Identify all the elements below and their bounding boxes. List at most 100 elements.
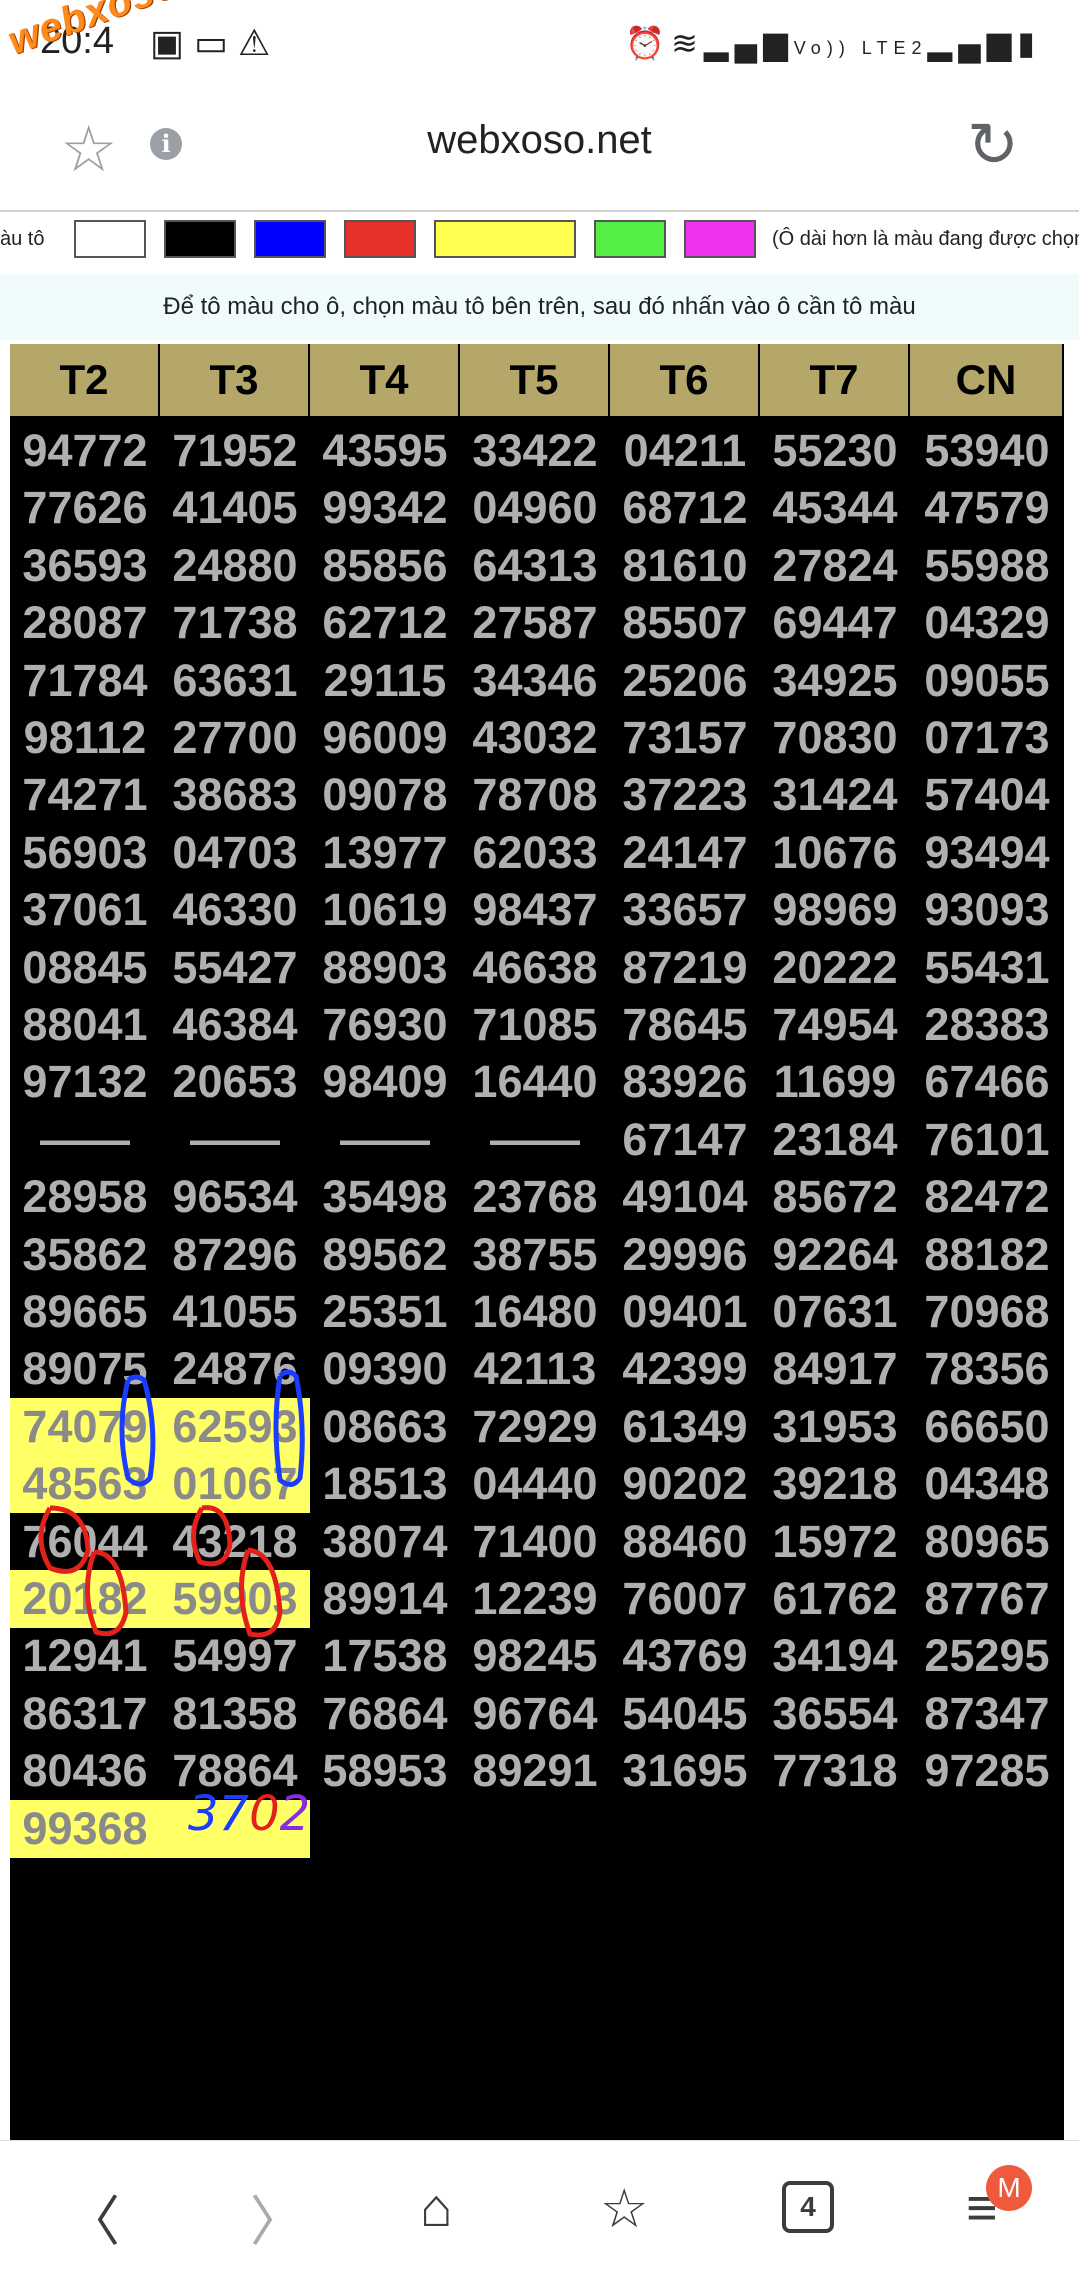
number-cell[interactable]: 93093 bbox=[910, 881, 1064, 939]
url-text[interactable]: webxoso.net bbox=[0, 118, 1079, 163]
number-cell[interactable]: 55230 bbox=[760, 422, 910, 480]
swatch-magenta[interactable] bbox=[684, 220, 756, 258]
number-cell[interactable]: 36554 bbox=[760, 1685, 910, 1743]
number-cell[interactable]: 78645 bbox=[610, 996, 760, 1054]
number-cell[interactable]: 33657 bbox=[610, 881, 760, 939]
number-cell[interactable]: 09390 bbox=[310, 1340, 460, 1398]
number-cell[interactable]: 04329 bbox=[910, 594, 1064, 652]
number-cell[interactable]: 15972 bbox=[760, 1513, 910, 1571]
number-cell[interactable]: 38074 bbox=[310, 1513, 460, 1571]
number-cell[interactable]: 20222 bbox=[760, 939, 910, 997]
number-cell[interactable]: 74079 bbox=[10, 1397, 160, 1456]
number-cell[interactable]: 04348 bbox=[910, 1455, 1064, 1513]
forward-icon[interactable]: 〉 bbox=[250, 2177, 304, 2256]
number-cell[interactable]: 71784 bbox=[10, 652, 160, 710]
number-cell[interactable]: 38683 bbox=[160, 766, 310, 824]
number-cell[interactable]: 31695 bbox=[610, 1742, 760, 1800]
number-cell[interactable]: 97132 bbox=[10, 1053, 160, 1111]
swatch-blue[interactable] bbox=[254, 220, 326, 258]
swatch-green[interactable] bbox=[594, 220, 666, 258]
number-cell[interactable]: —— bbox=[10, 1111, 160, 1169]
number-cell[interactable]: 34194 bbox=[760, 1627, 910, 1685]
number-cell[interactable]: 98969 bbox=[760, 881, 910, 939]
number-cell[interactable]: 07631 bbox=[760, 1283, 910, 1341]
number-cell[interactable]: 73157 bbox=[610, 709, 760, 767]
number-cell[interactable]: 47579 bbox=[910, 479, 1064, 537]
number-cell[interactable]: 92264 bbox=[760, 1226, 910, 1284]
number-cell[interactable]: 43032 bbox=[460, 709, 610, 767]
number-cell[interactable]: 43595 bbox=[310, 422, 460, 480]
number-cell[interactable]: 39218 bbox=[760, 1455, 910, 1513]
swatch-black[interactable] bbox=[164, 220, 236, 258]
number-cell[interactable]: 12239 bbox=[460, 1570, 610, 1628]
back-icon[interactable]: 〈 bbox=[66, 2177, 120, 2256]
number-cell[interactable]: 16440 bbox=[460, 1053, 610, 1111]
number-cell[interactable]: 09055 bbox=[910, 652, 1064, 710]
number-cell[interactable]: 46638 bbox=[460, 939, 610, 997]
number-cell[interactable]: 87767 bbox=[910, 1570, 1064, 1628]
tabs-button[interactable]: 4 bbox=[782, 2181, 834, 2233]
number-cell[interactable]: 63631 bbox=[160, 652, 310, 710]
number-cell[interactable]: 31424 bbox=[760, 766, 910, 824]
number-cell[interactable]: 74271 bbox=[10, 766, 160, 824]
number-cell[interactable]: 76101 bbox=[910, 1111, 1064, 1169]
number-cell[interactable]: 35498 bbox=[310, 1168, 460, 1226]
number-cell[interactable]: 64313 bbox=[460, 537, 610, 595]
number-cell[interactable]: 23768 bbox=[460, 1168, 610, 1226]
number-cell[interactable]: 67147 bbox=[610, 1111, 760, 1169]
number-cell[interactable]: 71085 bbox=[460, 996, 610, 1054]
number-cell[interactable]: 55988 bbox=[910, 537, 1064, 595]
number-cell[interactable]: 76007 bbox=[610, 1570, 760, 1628]
number-cell[interactable]: 23184 bbox=[760, 1111, 910, 1169]
number-cell[interactable]: 94772 bbox=[10, 422, 160, 480]
number-cell[interactable]: 33422 bbox=[460, 422, 610, 480]
number-cell[interactable]: 61762 bbox=[760, 1570, 910, 1628]
number-cell[interactable]: 42113 bbox=[460, 1340, 610, 1398]
number-cell[interactable]: 99368 bbox=[10, 1799, 160, 1858]
number-cell[interactable]: —— bbox=[460, 1111, 610, 1169]
number-cell[interactable]: 08663 bbox=[310, 1398, 460, 1456]
number-cell[interactable]: 96764 bbox=[460, 1685, 610, 1743]
number-cell[interactable]: 46384 bbox=[160, 996, 310, 1054]
number-cell[interactable]: 98245 bbox=[460, 1627, 610, 1685]
number-cell[interactable]: 85856 bbox=[310, 537, 460, 595]
number-cell[interactable]: 77626 bbox=[10, 479, 160, 537]
number-cell[interactable]: 85672 bbox=[760, 1168, 910, 1226]
number-cell[interactable]: 56903 bbox=[10, 824, 160, 882]
number-cell[interactable]: 76930 bbox=[310, 996, 460, 1054]
number-cell[interactable]: 08845 bbox=[10, 939, 160, 997]
number-cell[interactable]: 70968 bbox=[910, 1283, 1064, 1341]
number-cell[interactable]: 29996 bbox=[610, 1226, 760, 1284]
number-cell[interactable]: 25351 bbox=[310, 1283, 460, 1341]
number-cell[interactable]: 68712 bbox=[610, 479, 760, 537]
number-cell[interactable]: 97285 bbox=[910, 1742, 1064, 1800]
number-cell[interactable]: 96009 bbox=[310, 709, 460, 767]
reload-icon[interactable]: ↻ bbox=[967, 108, 1019, 181]
number-cell[interactable]: 76044 bbox=[10, 1513, 160, 1571]
number-cell[interactable]: 90202 bbox=[610, 1455, 760, 1513]
number-cell[interactable]: 62712 bbox=[310, 594, 460, 652]
number-cell[interactable]: 98409 bbox=[310, 1053, 460, 1111]
number-cell[interactable]: 67466 bbox=[910, 1053, 1064, 1111]
number-cell[interactable]: 01067 bbox=[160, 1455, 310, 1514]
number-cell[interactable]: 88041 bbox=[10, 996, 160, 1054]
number-cell[interactable]: 45344 bbox=[760, 479, 910, 537]
number-cell[interactable]: 87347 bbox=[910, 1685, 1064, 1743]
number-cell[interactable]: 27587 bbox=[460, 594, 610, 652]
number-cell[interactable]: 82472 bbox=[910, 1168, 1064, 1226]
number-cell[interactable]: 09401 bbox=[610, 1283, 760, 1341]
number-cell[interactable]: 58953 bbox=[310, 1742, 460, 1800]
number-cell[interactable]: 24147 bbox=[610, 824, 760, 882]
number-cell[interactable]: 48563 bbox=[10, 1455, 160, 1514]
number-cell[interactable]: 89562 bbox=[310, 1226, 460, 1284]
number-cell[interactable]: 89291 bbox=[460, 1742, 610, 1800]
number-cell[interactable]: 27700 bbox=[160, 709, 310, 767]
number-cell[interactable]: 46330 bbox=[160, 881, 310, 939]
number-cell[interactable]: 27824 bbox=[760, 537, 910, 595]
number-cell[interactable]: 24876 bbox=[160, 1340, 310, 1398]
number-cell[interactable]: 81358 bbox=[160, 1685, 310, 1743]
number-cell[interactable]: 84917 bbox=[760, 1340, 910, 1398]
number-cell[interactable]: 78708 bbox=[460, 766, 610, 824]
number-cell[interactable]: 93494 bbox=[910, 824, 1064, 882]
number-cell[interactable]: 98437 bbox=[460, 881, 610, 939]
